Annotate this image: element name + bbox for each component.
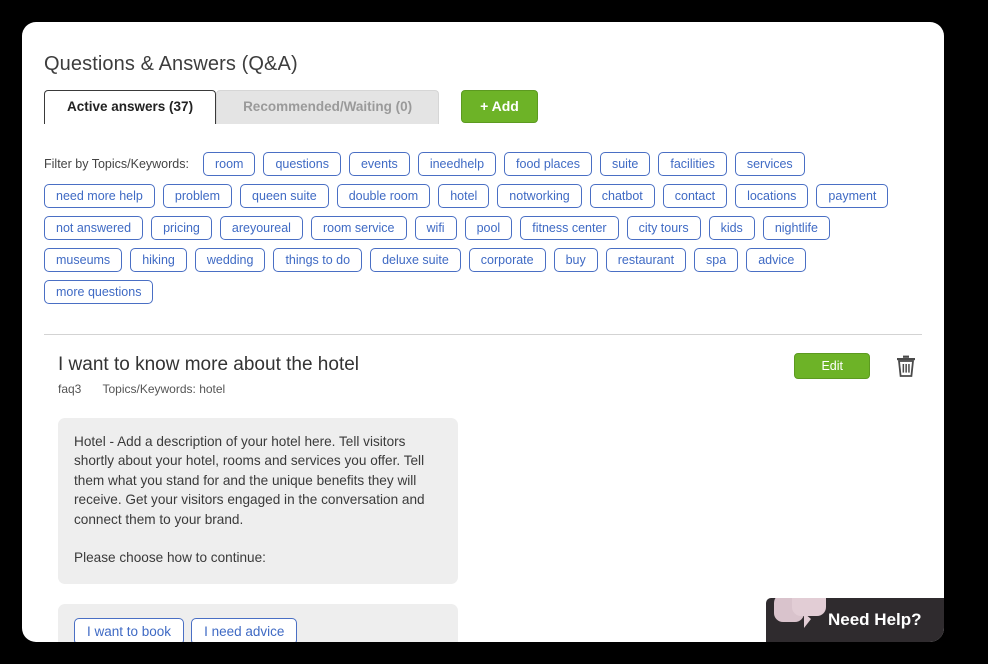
filter-tag[interactable]: chatbot xyxy=(589,184,655,208)
filter-tag[interactable]: facilities xyxy=(658,152,727,176)
filter-tag[interactable]: things to do xyxy=(273,248,363,272)
answer-bubble: Hotel - Add a description of your hotel … xyxy=(58,417,458,584)
filter-label: Filter by Topics/Keywords: xyxy=(44,157,189,171)
need-help-widget[interactable]: Need Help? xyxy=(766,598,944,642)
filter-tag[interactable]: suite xyxy=(599,152,651,176)
app-panel-inner: Questions & Answers (Q&A) Active answers… xyxy=(22,22,944,642)
chat-bubbles-icon xyxy=(774,598,830,630)
quick-reply-advice[interactable]: I need advice xyxy=(191,617,298,642)
quick-replies-bubble: I want to book I need advice I have more… xyxy=(58,603,458,642)
filter-tag[interactable]: wifi xyxy=(414,216,457,240)
faq-id: faq3 xyxy=(58,381,82,396)
tab-active-answers[interactable]: Active answers (37) xyxy=(44,90,217,124)
filter-tag[interactable]: pricing xyxy=(151,216,212,240)
quick-replies-row: I want to book I need advice I have more… xyxy=(74,617,442,642)
filter-tag[interactable]: locations xyxy=(735,184,809,208)
need-help-label: Need Help? xyxy=(828,610,922,629)
filter-tag[interactable]: hotel xyxy=(438,184,490,208)
answer-meta: faq3 Topics/Keywords: hotel xyxy=(58,382,359,396)
filter-tag[interactable]: museums xyxy=(44,248,123,272)
filter-tag[interactable]: payment xyxy=(816,184,889,208)
filter-tag[interactable]: questions xyxy=(263,152,341,176)
filter-tag[interactable]: contact xyxy=(662,184,728,208)
filter-tag[interactable]: not answered xyxy=(44,216,144,240)
filter-tag[interactable]: events xyxy=(348,152,410,176)
filter-tag[interactable]: double room xyxy=(336,184,431,208)
delete-button[interactable] xyxy=(896,355,916,377)
answer-entry-titleblock: I want to know more about the hotel faq3… xyxy=(58,353,359,396)
filter-tag[interactable]: areyoureal xyxy=(219,216,303,240)
add-button[interactable]: + Add xyxy=(461,90,538,123)
filter-tag[interactable]: room xyxy=(202,152,256,176)
filter-tag[interactable]: need more help xyxy=(44,184,155,208)
filter-tag[interactable]: problem xyxy=(162,184,233,208)
filter-tag[interactable]: buy xyxy=(553,248,598,272)
tab-bar: Active answers (37) Recommended/Waiting … xyxy=(44,90,922,126)
filter-tag[interactable]: food places xyxy=(504,152,592,176)
filter-tag[interactable]: advice xyxy=(746,248,807,272)
trash-icon xyxy=(897,355,915,377)
tab-recommended-waiting[interactable]: Recommended/Waiting (0) xyxy=(216,90,440,124)
filter-tag[interactable]: ineedhelp xyxy=(417,152,497,176)
filter-tag[interactable]: fitness center xyxy=(520,216,619,240)
filter-tag[interactable]: pool xyxy=(464,216,513,240)
filter-tag[interactable]: city tours xyxy=(626,216,701,240)
screen: Questions & Answers (Q&A) Active answers… xyxy=(0,0,988,664)
filter-tag[interactable]: queen suite xyxy=(240,184,329,208)
filter-tag[interactable]: wedding xyxy=(194,248,266,272)
edit-button[interactable]: Edit xyxy=(794,353,870,379)
answer-paragraph: Please choose how to continue: xyxy=(74,550,266,566)
answer-entry-actions: Edit xyxy=(794,353,922,379)
app-panel: Questions & Answers (Q&A) Active answers… xyxy=(22,22,944,642)
filter-tag[interactable]: kids xyxy=(708,216,755,240)
page-title: Questions & Answers (Q&A) xyxy=(44,53,298,75)
filter-tag[interactable]: restaurant xyxy=(605,248,687,272)
answer-entry: I want to know more about the hotel faq3… xyxy=(44,335,922,642)
filter-tag[interactable]: spa xyxy=(694,248,739,272)
filter-tag[interactable]: more questions xyxy=(44,280,154,304)
filter-tag[interactable]: notworking xyxy=(497,184,582,208)
filter-tag-cloud: Filter by Topics/Keywords: room question… xyxy=(44,152,922,312)
filter-tag[interactable]: corporate xyxy=(468,248,546,272)
filter-tag[interactable]: room service xyxy=(310,216,407,240)
quick-reply-book[interactable]: I want to book xyxy=(74,617,185,642)
filter-tag[interactable]: deluxe suite xyxy=(370,248,461,272)
filter-tag[interactable]: services xyxy=(734,152,805,176)
filter-tag[interactable]: nightlife xyxy=(762,216,830,240)
answer-question-title: I want to know more about the hotel xyxy=(58,354,360,375)
filter-tag[interactable]: hiking xyxy=(130,248,187,272)
answer-paragraph: Hotel - Add a description of your hotel … xyxy=(74,433,425,527)
answer-entry-header: I want to know more about the hotel faq3… xyxy=(58,353,922,396)
answer-keywords: Topics/Keywords: hotel xyxy=(102,381,226,396)
